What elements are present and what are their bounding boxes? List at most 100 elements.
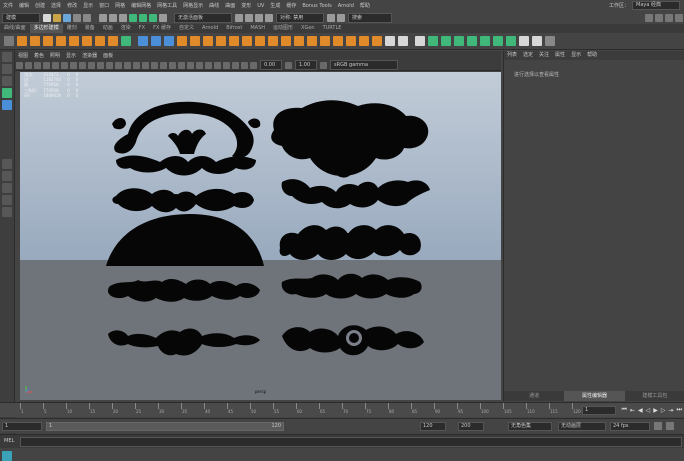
step-back-key-icon[interactable]: ⇤ xyxy=(630,407,635,414)
menu-item[interactable]: 显示 xyxy=(80,2,96,9)
grease-pencil-icon[interactable] xyxy=(61,61,68,69)
menu-item[interactable]: 创建 xyxy=(32,2,48,9)
toggle-modeling-toolkit-icon[interactable] xyxy=(645,13,653,22)
attribute-editor-menu-item[interactable]: 显示 xyxy=(568,51,584,60)
ornament-lace-band-right[interactable] xyxy=(281,273,422,299)
exposure-field[interactable]: 0.00 xyxy=(260,60,282,70)
target-weld-icon[interactable] xyxy=(320,36,330,46)
freeze-icon[interactable] xyxy=(519,36,529,46)
shelf-tab[interactable]: TURTLE xyxy=(319,24,346,33)
extrude-icon[interactable] xyxy=(229,36,239,46)
menu-item[interactable]: 编辑网格 xyxy=(128,2,154,9)
combine-icon[interactable] xyxy=(138,36,148,46)
ornament-scroll-crest[interactable] xyxy=(279,225,421,260)
shelf-tab[interactable]: FX xyxy=(135,24,149,33)
scale-tool-icon[interactable] xyxy=(2,100,12,110)
menu-item[interactable]: 编辑 xyxy=(16,2,32,9)
character-set-dropdown[interactable]: 无角色集 xyxy=(508,422,552,431)
live-surface-icon[interactable] xyxy=(337,13,345,22)
viewport-3d[interactable]: 顶点: 414872 0 0 边: 1182762 0 0 面: 770958 0 0 三角形: 7709… xyxy=(20,72,501,400)
render-frame-icon[interactable] xyxy=(235,13,243,22)
shelf-tab[interactable]: 渲染 xyxy=(117,24,135,33)
shelf-tab[interactable]: Bifrost xyxy=(222,24,246,33)
symmetry-dropdown[interactable]: 对称: 禁用 xyxy=(276,12,324,23)
shelf-tab[interactable]: 雕刻 xyxy=(63,24,81,33)
menu-item[interactable]: 网格 xyxy=(112,2,128,9)
move-tool-icon[interactable] xyxy=(2,88,12,98)
gamma-field[interactable]: 1.00 xyxy=(295,60,317,70)
step-forward-frame-icon[interactable]: ▷ xyxy=(661,407,666,414)
attribute-editor-menu-item[interactable]: 帮助 xyxy=(584,51,600,60)
shelf-tab[interactable]: FX 缓存 xyxy=(149,24,175,33)
outliner-layout-icon[interactable] xyxy=(2,207,12,217)
menu-item[interactable]: 帮助 xyxy=(357,2,373,9)
shelf-tab[interactable]: XGen xyxy=(297,24,319,33)
shelf-tab[interactable]: 自定义 xyxy=(175,24,198,33)
viewport-menu-item[interactable]: 着色 xyxy=(31,52,47,59)
poly-platonic-icon[interactable] xyxy=(108,36,118,46)
2d-pan-zoom-icon[interactable] xyxy=(52,61,59,69)
resolution-gate-icon[interactable] xyxy=(88,61,95,69)
safe-action-icon[interactable] xyxy=(115,61,122,69)
shelf-tab[interactable]: MASH xyxy=(246,24,269,33)
shelf-tab[interactable]: Arnold xyxy=(198,24,222,33)
anti-alias-icon[interactable] xyxy=(214,61,221,69)
shelf-tab[interactable]: 装备 xyxy=(81,24,99,33)
append-polygon-icon[interactable] xyxy=(281,36,291,46)
insert-edge-loop-icon[interactable] xyxy=(307,36,317,46)
fps-dropdown[interactable]: 24 fps xyxy=(610,422,650,431)
camera-attributes-icon[interactable] xyxy=(25,61,32,69)
sculpt-brush-icon[interactable] xyxy=(415,36,425,46)
menu-item[interactable]: 窗口 xyxy=(96,2,112,9)
play-forward-icon[interactable]: ▶ xyxy=(653,407,658,414)
shelf-tab[interactable]: 曲线/曲面 xyxy=(0,24,30,33)
bridge-icon[interactable] xyxy=(255,36,265,46)
soft-select-icon[interactable] xyxy=(428,36,438,46)
go-to-end-icon[interactable]: ⏭ xyxy=(676,406,681,414)
grid-icon[interactable] xyxy=(70,61,77,69)
xform-icon[interactable] xyxy=(327,13,335,22)
menu-item[interactable]: 网格显示 xyxy=(180,2,206,9)
gamma-icon[interactable] xyxy=(285,61,292,69)
exposure-icon[interactable] xyxy=(250,61,257,69)
motion-blur-icon[interactable] xyxy=(205,61,212,69)
four-view-icon[interactable] xyxy=(2,171,12,181)
lights-icon[interactable] xyxy=(178,61,185,69)
current-frame-field[interactable]: 1 xyxy=(582,406,616,415)
ipr-render-icon[interactable] xyxy=(245,13,253,22)
menu-item[interactable]: 变形 xyxy=(238,2,254,9)
menu-item[interactable]: 修改 xyxy=(64,2,80,9)
select-hierarchy-icon[interactable] xyxy=(99,13,107,22)
viewport-menu-item[interactable]: 照明 xyxy=(47,52,63,59)
menu-item[interactable]: Bonus Tools xyxy=(299,3,334,9)
wireframe-icon[interactable] xyxy=(124,61,131,69)
boolean-difference-icon[interactable] xyxy=(190,36,200,46)
snap-surface-icon[interactable] xyxy=(159,13,167,22)
poly-cone-icon[interactable] xyxy=(56,36,66,46)
save-scene-icon[interactable] xyxy=(63,13,71,22)
range-slider[interactable]: 1 120 xyxy=(46,422,284,431)
animation-start-field[interactable]: 1 xyxy=(2,422,42,431)
play-backward-icon[interactable]: ◁ xyxy=(646,407,651,414)
menu-item[interactable]: Arnold xyxy=(335,3,357,9)
ruler-icon[interactable] xyxy=(532,36,542,46)
view-transform-dropdown[interactable]: sRGB gamma xyxy=(330,60,398,70)
poly-torus-icon[interactable] xyxy=(69,36,79,46)
mode-dropdown[interactable]: 建模 xyxy=(2,12,40,23)
depth-of-field-icon[interactable] xyxy=(223,61,230,69)
ornament-flourish-right[interactable] xyxy=(281,179,430,209)
isolate-select-icon[interactable] xyxy=(232,61,239,69)
persp-graph-icon[interactable] xyxy=(2,195,12,205)
ornament-shield-right[interactable] xyxy=(271,100,429,178)
fill-hole-icon[interactable] xyxy=(268,36,278,46)
ornament-arch-left[interactable] xyxy=(112,101,261,176)
anim-layer-dropdown[interactable]: 无动画层 xyxy=(558,422,606,431)
poly-disc-icon[interactable] xyxy=(95,36,105,46)
film-gate-icon[interactable] xyxy=(79,61,86,69)
viewport-menu-item[interactable]: 视图 xyxy=(15,52,31,59)
menu-item[interactable]: UV xyxy=(254,3,267,9)
field-chart-icon[interactable] xyxy=(106,61,113,69)
sew-uv-icon[interactable] xyxy=(398,36,408,46)
bookmark-icon[interactable] xyxy=(34,61,41,69)
quad-draw-icon[interactable] xyxy=(333,36,343,46)
